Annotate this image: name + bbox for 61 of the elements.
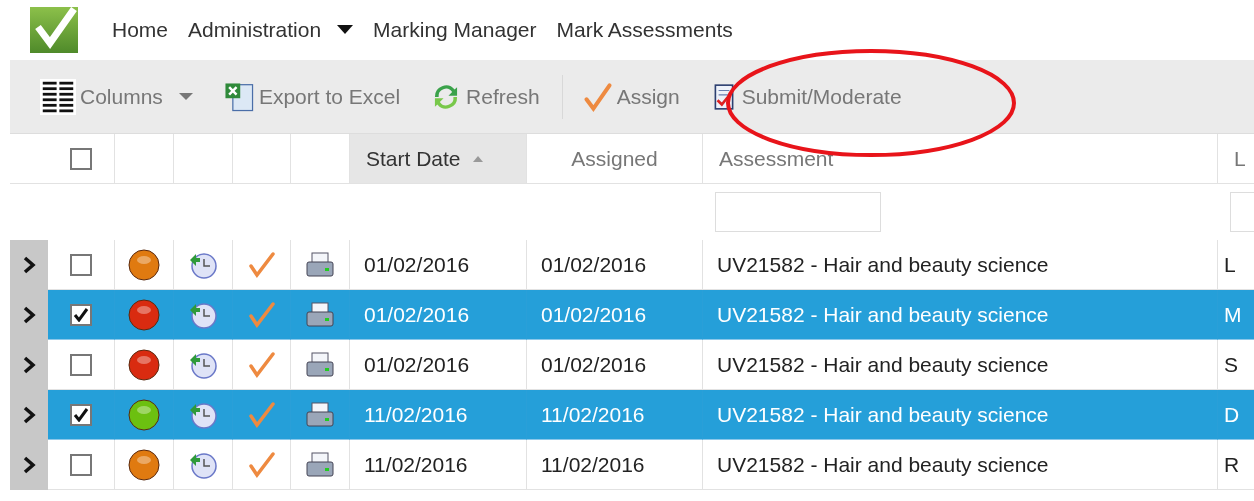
filter-field[interactable] (1230, 192, 1254, 232)
printer-icon[interactable] (305, 250, 335, 279)
toolbar-button[interactable]: Columns (32, 72, 201, 121)
check-icon (73, 307, 89, 322)
toolbar-button[interactable]: Submit/Moderate (701, 76, 910, 117)
table-cell-text: D (1223, 402, 1240, 427)
checkmark-icon (582, 81, 613, 112)
table-cell-text: 01/02/2016 (363, 252, 470, 277)
table-cell-text: M (1223, 302, 1242, 327)
toolbar-button[interactable]: Assign (574, 75, 688, 118)
table-cell-text: 01/02/2016 (540, 302, 647, 327)
sort-ascending-icon (472, 155, 483, 162)
table-cell-text: UV21582 - Hair and beauty science (716, 452, 1049, 477)
checkmark-icon[interactable] (247, 400, 276, 429)
dropdown-caret-icon (337, 25, 354, 35)
table-row[interactable] (48, 390, 115, 440)
toolbar-button[interactable]: Refresh (422, 74, 548, 119)
table-cell-text: R (1223, 452, 1240, 477)
printer-icon[interactable] (305, 350, 335, 379)
checkmark-icon[interactable] (247, 300, 276, 329)
column-header[interactable]: Assessment (719, 146, 834, 171)
table-cell-text: UV21582 - Hair and beauty science (716, 302, 1049, 327)
spreadsheet-icon (222, 80, 255, 113)
checkbox[interactable] (70, 353, 92, 376)
checkbox[interactable] (70, 303, 92, 326)
check-icon (73, 407, 89, 422)
table-cell-text: S (1223, 352, 1238, 377)
table-cell-text: UV21582 - Hair and beauty science (716, 252, 1049, 277)
caret-icon (178, 92, 193, 101)
toolbar-button[interactable]: Export to Excel (214, 74, 409, 119)
table-cell-text: 11/02/2016 (363, 452, 468, 477)
nav-link[interactable]: Mark Assessments (556, 18, 733, 42)
nav-link[interactable]: Administration (188, 18, 354, 42)
nav-link[interactable]: Home (112, 18, 169, 42)
column-header[interactable]: Assigned (571, 146, 658, 171)
checkbox[interactable] (70, 253, 92, 276)
printer-icon[interactable] (305, 450, 335, 479)
printer-icon[interactable] (305, 300, 335, 329)
filter-field[interactable] (715, 192, 881, 232)
table-cell-text: 11/02/2016 (540, 402, 645, 427)
table-cell-text: UV21582 - Hair and beauty science (716, 352, 1049, 377)
columns-icon (40, 78, 76, 115)
table-cell-text: 11/02/2016 (363, 402, 468, 427)
checkmark-icon[interactable] (247, 250, 276, 279)
table-cell-text: UV21582 - Hair and beauty science (716, 402, 1049, 427)
checkbox[interactable] (70, 453, 92, 476)
table-cell-text: 01/02/2016 (540, 252, 647, 277)
table-cell-text: 11/02/2016 (540, 452, 645, 477)
table-cell-text: L (1223, 252, 1236, 277)
table-cell-text: 01/02/2016 (363, 302, 470, 327)
checkbox[interactable] (70, 147, 92, 170)
logo-icon (30, 7, 80, 53)
checkmark-icon[interactable] (247, 450, 276, 479)
checkbox[interactable] (70, 403, 92, 426)
checkmark-icon[interactable] (247, 350, 276, 379)
nav-link[interactable]: Marking Manager (373, 18, 537, 42)
table-row[interactable] (48, 290, 115, 340)
table-cell-text: 01/02/2016 (363, 352, 470, 377)
column-header[interactable]: L (1234, 146, 1246, 171)
table-cell-text: 01/02/2016 (540, 352, 647, 377)
printer-icon[interactable] (305, 400, 335, 429)
